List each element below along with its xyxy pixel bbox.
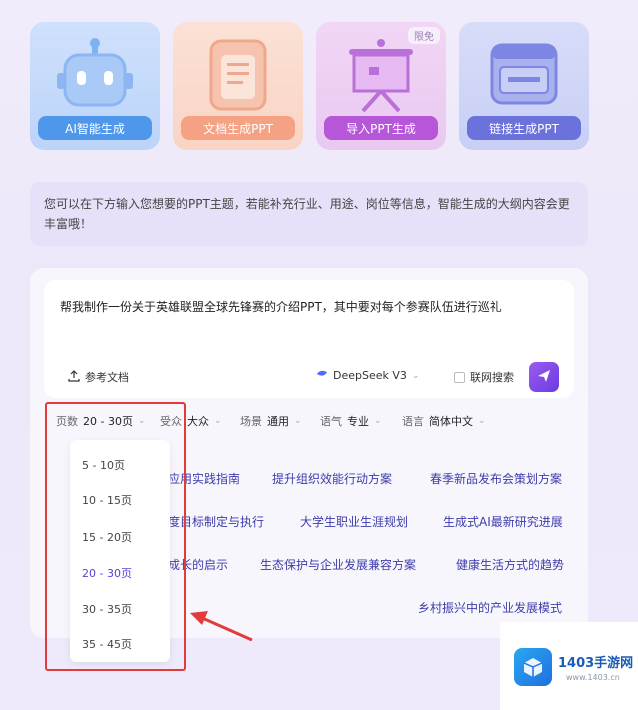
suggestion-item[interactable]: 提升组织效能行动方案	[272, 470, 392, 487]
import-ppt-card[interactable]: 限免 导入PPT生成	[316, 22, 446, 150]
presentation-board-icon	[316, 32, 446, 118]
doc-generate-label: 文档生成PPT	[181, 116, 295, 140]
suggestion-item[interactable]: 乡村振兴中的产业发展模式	[418, 599, 562, 616]
language-value: 简体中文	[429, 415, 473, 428]
ai-generate-label: AI智能生成	[38, 116, 152, 140]
language-label: 语言	[402, 415, 424, 428]
tone-select[interactable]: 语气 专业 ⌄	[320, 413, 382, 429]
browser-window-icon	[459, 32, 589, 118]
suggestion-item[interactable]: 春季新品发布会策划方案	[430, 470, 562, 487]
scene-select[interactable]: 场景 通用 ⌄	[240, 413, 302, 429]
document-icon	[173, 32, 303, 118]
scene-value: 通用	[267, 415, 289, 428]
link-generate-card[interactable]: 链接生成PPT	[459, 22, 589, 150]
ai-generate-card[interactable]: AI智能生成	[30, 22, 160, 150]
watermark-url: www.1403.cn	[566, 673, 620, 682]
web-search-toggle[interactable]: 联网搜索	[454, 369, 514, 385]
web-search-label: 联网搜索	[470, 371, 514, 384]
deepseek-icon	[316, 369, 328, 382]
scene-label: 场景	[240, 415, 262, 428]
chevron-down-icon: ⌄	[214, 416, 222, 426]
chevron-down-icon: ⌄	[294, 416, 302, 426]
language-select[interactable]: 语言 简体中文 ⌄	[402, 413, 486, 429]
cube-logo-icon	[514, 648, 552, 686]
tone-value: 专业	[347, 415, 369, 428]
send-button[interactable]	[529, 362, 559, 392]
arrow-annotation-icon	[190, 611, 253, 642]
link-generate-label: 链接生成PPT	[467, 116, 581, 140]
model-label: DeepSeek V3	[333, 369, 407, 382]
reference-doc-label: 参考文档	[85, 371, 129, 384]
model-select[interactable]: DeepSeek V3 ⌄	[316, 369, 419, 382]
upload-icon	[68, 369, 80, 385]
import-ppt-label: 导入PPT生成	[324, 116, 438, 140]
tone-label: 语气	[320, 415, 342, 428]
web-search-checkbox[interactable]	[454, 371, 465, 383]
audience-value: 大众	[187, 415, 209, 428]
robot-icon	[30, 32, 160, 118]
doc-generate-card[interactable]: 文档生成PPT	[173, 22, 303, 150]
suggestion-item[interactable]: 健康生活方式的趋势	[456, 556, 564, 573]
chevron-down-icon: ⌄	[411, 370, 420, 381]
chevron-down-icon: ⌄	[374, 416, 382, 426]
suggestion-item[interactable]: 生成式AI最新研究进展	[443, 513, 563, 530]
send-icon	[537, 368, 551, 387]
prompt-input[interactable]: 帮我制作一份关于英雄联盟全球先锋赛的介绍PPT，其中要对每个参赛队伍进行巡礼	[60, 298, 560, 316]
chevron-down-icon: ⌄	[478, 416, 486, 426]
suggestion-item[interactable]: 生态保护与企业发展兼容方案	[260, 556, 416, 573]
reference-doc-button[interactable]: 参考文档	[68, 369, 129, 385]
watermark-title: 1403手游网	[558, 656, 634, 671]
hint-text: 您可以在下方输入您想要的PPT主题，若能补充行业、用途、岗位等信息，智能生成的大…	[30, 182, 588, 246]
suggestion-item[interactable]: 大学生职业生涯规划	[300, 513, 408, 530]
highlight-frame	[45, 402, 186, 671]
